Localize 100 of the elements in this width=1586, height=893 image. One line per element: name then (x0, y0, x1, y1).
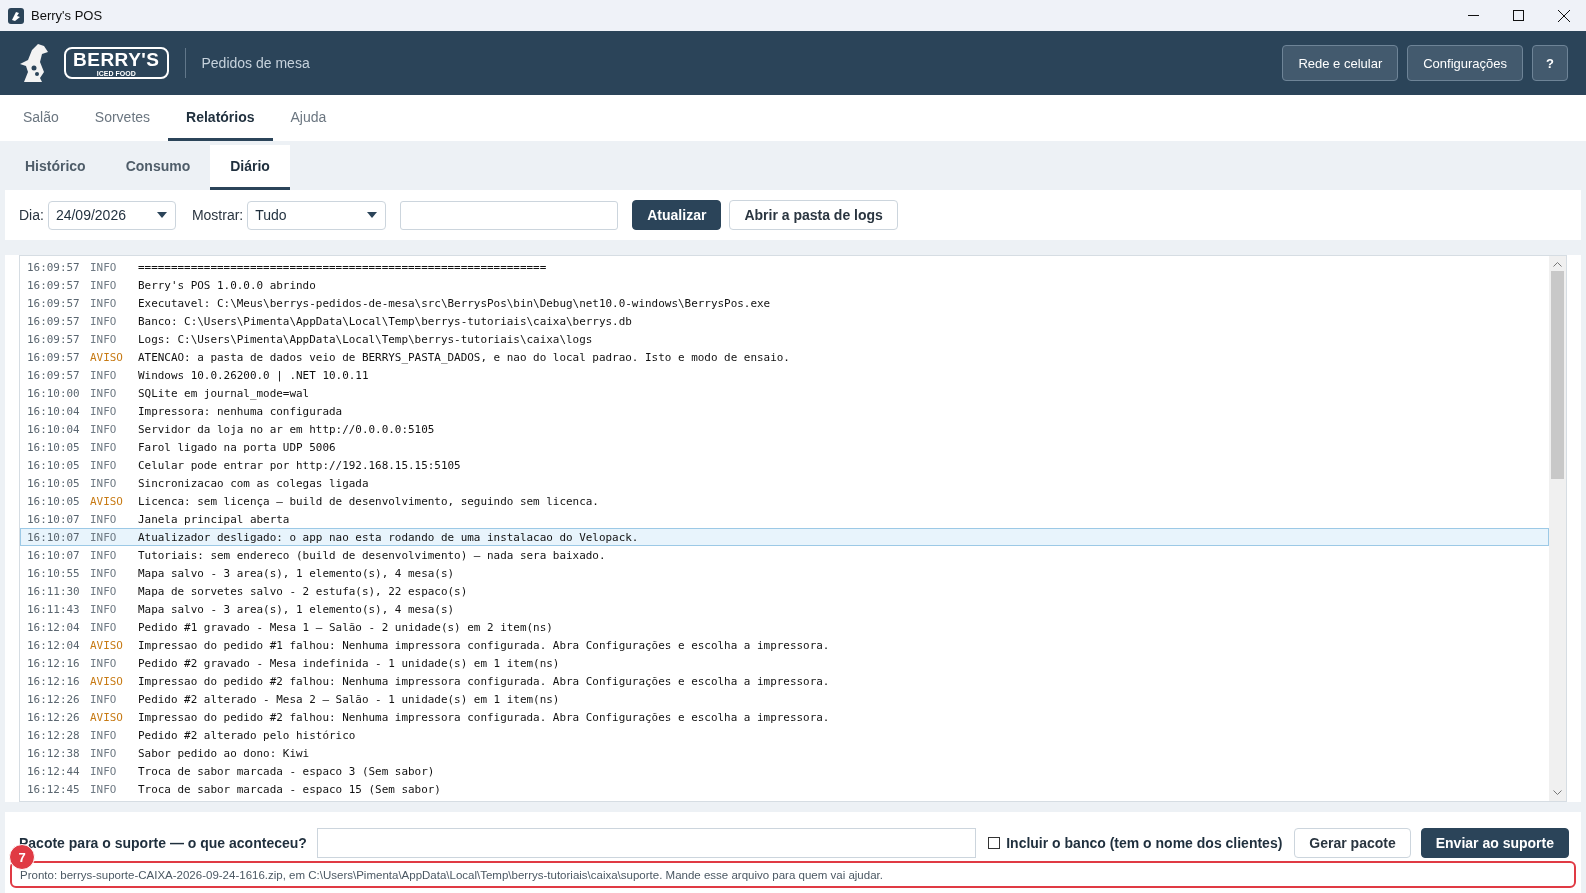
log-severity: INFO (90, 404, 118, 418)
log-severity: INFO (90, 512, 118, 526)
help-button[interactable]: ? (1532, 45, 1568, 81)
log-severity: INFO (90, 584, 118, 598)
log-row[interactable]: 16:12:44 INFO Troca de sabor marcada - espaco 3 (Sem sabor) (20, 762, 1549, 780)
log-message: Troca de sabor marcada - espaco 3 (Sem sabor) (138, 764, 435, 778)
close-icon[interactable] (1557, 9, 1570, 22)
log-severity: INFO (90, 566, 118, 580)
day-label: Dia: (19, 207, 44, 223)
log-time: 16:10:05 (27, 458, 81, 472)
log-severity: INFO (90, 296, 118, 310)
include-db-checkbox[interactable]: Incluir o banco (tem o nome dos clientes) (988, 835, 1283, 851)
refresh-button[interactable]: Atualizar (632, 200, 722, 230)
log-severity: INFO (90, 422, 118, 436)
log-severity: INFO (90, 656, 118, 670)
log-message: Janela principal aberta (138, 512, 290, 526)
log-row[interactable]: 16:10:05 INFO Sincronizacao com as colegas ligada (20, 474, 1549, 492)
log-row[interactable]: 16:12:38 INFO Sabor pedido ao dono: Kiwi (20, 744, 1549, 762)
log-row[interactable]: 16:10:05 INFO Celular pode entrar por http://192.168.15.15:5105 (20, 456, 1549, 474)
log-severity: INFO (90, 260, 118, 274)
log-time: 16:10:55 (27, 566, 81, 580)
log-message: Banco: C:\Users\Pimenta\AppData\Local\Temp\berrys-tutoriais\caixa\berrys.db (138, 314, 632, 328)
log-time: 16:12:16 (27, 674, 81, 688)
log-row[interactable]: 16:12:28 INFO Pedido #2 alterado pelo histórico (20, 726, 1549, 744)
open-folder-button[interactable]: Abrir a pasta de logs (729, 200, 898, 230)
log-row[interactable]: 16:09:57 INFO ============================================================== (20, 258, 1549, 276)
log-severity: INFO (90, 764, 118, 778)
log-severity: INFO (90, 476, 118, 490)
log-message: ATENCAO: a pasta de dados veio de BERRYS_PASTA_DADOS, e nao do local padrao. Isto e modo de ensaio. (138, 350, 790, 364)
log-severity: INFO (90, 728, 118, 742)
filter-dropdown[interactable]: Tudo (247, 200, 387, 230)
date-picker[interactable]: 24/09/2026 (47, 200, 176, 230)
log-severity: INFO (90, 746, 118, 760)
log-row[interactable]: 16:10:55 INFO Mapa salvo - 3 area(s), 1 elemento(s), 4 mesa(s) (20, 564, 1549, 582)
log-row[interactable]: 16:12:04 AVISO Impressao do pedido #1 falhou: Nenhuma impressora configurada. Abra Configurações e escolha a impressora. (20, 636, 1549, 654)
log-row[interactable]: 16:09:57 AVISO ATENCAO: a pasta de dados veio de BERRYS_PASTA_DADOS, e nao do local padrao. Isto e modo de ensaio. (20, 348, 1549, 366)
log-severity: INFO (90, 440, 118, 454)
log-severity: INFO (90, 548, 118, 562)
log-severity: INFO (90, 458, 118, 472)
log-row[interactable]: 16:10:07 INFO Tutoriais: sem endereco (build de desenvolvimento) — nada sera baixado. (20, 546, 1549, 564)
log-row[interactable]: 16:09:57 INFO Banco: C:\Users\Pimenta\AppData\Local\Temp\berrys-tutoriais\caixa\berrys.db (20, 312, 1549, 330)
log-row[interactable]: 16:10:05 AVISO Licenca: sem licença — build de desenvolvimento, seguindo sem licenca. (20, 492, 1549, 510)
log-message: Troca de sabor marcada - espaco 15 (Sem sabor) (138, 782, 441, 796)
log-time: 16:09:57 (27, 278, 81, 292)
log-row[interactable]: 16:12:45 INFO Troca de sabor marcada - espaco 15 (Sem sabor) (20, 780, 1549, 798)
log-severity: AVISO (90, 350, 124, 364)
log-time: 16:09:57 (27, 314, 81, 328)
log-time: 16:09:57 (27, 368, 81, 382)
log-severity: AVISO (90, 674, 124, 688)
log-row[interactable]: 16:12:26 AVISO Impressao do pedido #2 falhou: Nenhuma impressora configurada. Abra Configurações e escolha a impressora. (20, 708, 1549, 726)
log-row[interactable]: 16:11:43 INFO Mapa salvo - 3 area(s), 1 elemento(s), 4 mesa(s) (20, 600, 1549, 618)
dropdown-caret-icon (156, 212, 167, 218)
log-row[interactable]: 16:10:00 INFO SQLite em journal_mode=wal (20, 384, 1549, 402)
log-row[interactable]: 16:10:07 INFO Atualizador desligado: o app nao esta rodando de uma instalacao do Velopack. (20, 528, 1549, 546)
window-title: Berry's POS (31, 8, 104, 23)
log-severity: AVISO (90, 494, 124, 508)
log-row[interactable]: 16:12:26 INFO Pedido #2 alterado - Mesa 2 — Salão - 1 unidade(s) em 1 item(ns) (20, 690, 1549, 708)
log-time: 16:12:45 (27, 782, 81, 796)
log-message: Farol ligado na porta UDP 5006 (138, 440, 336, 454)
log-time: 16:10:05 (27, 494, 81, 508)
scrollbar[interactable] (1549, 256, 1566, 801)
log-severity: INFO (90, 620, 118, 634)
log-time: 16:12:44 (27, 764, 81, 778)
log-time: 16:11:43 (27, 602, 81, 616)
log-message: Sabor pedido ao dono: Kiwi (138, 746, 310, 760)
send-button[interactable]: Enviar ao suporte (1420, 828, 1569, 858)
log-row[interactable]: 16:12:16 AVISO Impressao do pedido #2 falhou: Nenhuma impressora configurada. Abra Configurações e escolha a impressora. (20, 672, 1549, 690)
header-button[interactable]: Configurações (1407, 45, 1524, 81)
log-row[interactable]: 16:10:05 INFO Farol ligado na porta UDP 5006 (20, 438, 1549, 456)
log-time: 16:10:00 (27, 386, 81, 400)
log-row[interactable]: 16:09:57 INFO Logs: C:\Users\Pimenta\AppData\Local\Temp\berrys-tutoriais\caixa\logs (20, 330, 1549, 348)
log-message: Impressao do pedido #2 falhou: Nenhuma impressora configurada. Abra Configurações e escolha a impressora. (138, 674, 830, 688)
scroll-down-icon[interactable] (1553, 790, 1562, 796)
log-time: 16:12:16 (27, 656, 81, 670)
main-tab[interactable]: Salão (5, 95, 77, 141)
log-time: 16:12:38 (27, 746, 81, 760)
main-tab[interactable]: Sorvetes (76, 95, 169, 141)
log-row[interactable]: 16:12:16 INFO Pedido #2 gravado - Mesa indefinida - 1 unidade(s) em 1 item(ns) (20, 654, 1549, 672)
maximize-icon[interactable] (1513, 10, 1524, 21)
sub-tab[interactable]: Diário (210, 145, 290, 190)
log-time: 16:10:07 (27, 548, 81, 562)
generate-button[interactable]: Gerar pacote (1294, 828, 1411, 858)
main-tab[interactable]: Ajuda (272, 95, 345, 141)
log-row[interactable]: 16:11:30 INFO Mapa de sorvetes salvo - 2 estufa(s), 22 espaco(s) (20, 582, 1549, 600)
log-row[interactable]: 16:09:57 INFO Windows 10.0.26200.0 | .NET 10.0.11 (20, 366, 1549, 384)
checkbox-icon[interactable] (988, 837, 1001, 849)
log-time: 16:10:04 (27, 404, 81, 418)
log-time: 16:12:26 (27, 692, 81, 706)
log-row[interactable]: 16:12:04 INFO Pedido #1 gravado - Mesa 1 — Salão - 2 unidade(s) em 2 item(ns) (20, 618, 1549, 636)
scroll-up-icon[interactable] (1553, 261, 1562, 267)
log-row[interactable]: 16:09:57 INFO Executavel: C:\Meus\berrys-pedidos-de-mesa\src\BerrysPos\bin\Debug\net10.0-windows\BerrysPos.exe (20, 294, 1549, 312)
log-severity: AVISO (90, 710, 124, 724)
sub-tab[interactable]: Histórico (5, 145, 106, 190)
log-row[interactable]: 16:10:04 INFO Impressora: nenhuma configurada (20, 402, 1549, 420)
sub-tab[interactable]: Consumo (105, 145, 211, 190)
log-severity: INFO (90, 368, 118, 382)
log-row[interactable]: 16:10:04 INFO Servidor da loja no ar em http://0.0.0.0:5105 (20, 420, 1549, 438)
log-row[interactable]: 16:09:57 INFO Berry's POS 1.0.0.0 abrindo (20, 276, 1549, 294)
header-button[interactable]: Rede e celular (1282, 45, 1399, 81)
log-row[interactable]: 16:10:07 INFO Janela principal aberta (20, 510, 1549, 528)
